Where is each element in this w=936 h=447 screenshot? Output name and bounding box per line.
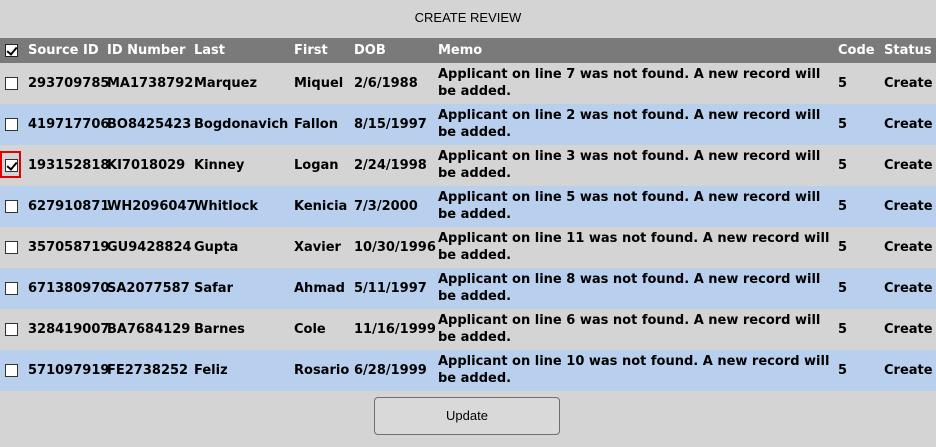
cell-dob: 6/28/1999 — [354, 363, 427, 378]
cell-dob: 2/6/1988 — [354, 76, 418, 91]
cell-last: Whitlock — [194, 199, 259, 214]
cell-first: Miquel — [294, 76, 344, 91]
cell-id-number: SA2077587 — [107, 281, 190, 296]
col-last[interactable]: Last — [194, 38, 225, 63]
cell-code: 5 — [838, 322, 848, 337]
cell-last: Safar — [194, 281, 233, 296]
cell-id-number: KI7018029 — [107, 158, 186, 173]
selection-highlight — [0, 151, 21, 178]
cell-source-id: 357058719 — [28, 240, 110, 255]
cell-memo: Applicant on line 2 was not found. A new… — [438, 108, 821, 140]
cell-memo: Applicant on line 8 was not found. A new… — [438, 272, 821, 304]
cell-memo: Applicant on line 3 was not found. A new… — [438, 149, 821, 181]
table-row[interactable]: 419717706 BO8425423 Bogdonavich Fallon 8/15/… — [0, 104, 936, 145]
cell-code: 5 — [838, 281, 848, 296]
col-source-id[interactable]: Source ID — [28, 38, 99, 63]
cell-source-id: 419717706 — [28, 117, 110, 132]
select-all-checkbox[interactable] — [5, 44, 18, 57]
cell-status: Create — [884, 322, 933, 337]
table-row[interactable]: 571097919 FE2738252 Feliz Rosario 6/28/1999 5… — [0, 350, 936, 391]
cell-memo: Applicant on line 5 was not found. A new… — [438, 190, 821, 222]
cell-first: Cole — [294, 322, 326, 337]
cell-id-number: WH2096047 — [107, 199, 196, 214]
table-body: 293709785 MA1738792 Marquez Miquel 2/6/1988 5… — [0, 63, 936, 391]
cell-id-number: BO8425423 — [107, 117, 192, 132]
col-dob[interactable]: DOB — [354, 38, 386, 63]
row-checkbox[interactable] — [5, 282, 18, 295]
cell-source-id: 571097919 — [28, 363, 110, 378]
cell-code: 5 — [838, 199, 848, 214]
cell-status: Create — [884, 158, 933, 173]
review-table: Source ID ID Number Last First DOB Memo … — [0, 38, 936, 391]
row-checkbox[interactable] — [5, 364, 18, 377]
cell-dob: 7/3/2000 — [354, 199, 418, 214]
row-checkbox[interactable] — [5, 77, 18, 90]
cell-last: Marquez — [194, 76, 258, 91]
cell-first: Rosario — [294, 363, 350, 378]
row-checkbox[interactable] — [5, 323, 18, 336]
page-title: CREATE REVIEW — [414, 10, 522, 25]
checkmark-icon — [6, 44, 18, 56]
cell-source-id: 328419007 — [28, 322, 110, 337]
table-row[interactable]: 293709785 MA1738792 Marquez Miquel 2/6/1988 5… — [0, 63, 936, 104]
row-checkbox[interactable] — [5, 200, 18, 213]
cell-first: Ahmad — [294, 281, 345, 296]
cell-memo: Applicant on line 7 was not found. A new… — [438, 67, 821, 99]
cell-source-id: 627910871 — [28, 199, 110, 214]
cell-first: Fallon — [294, 117, 338, 132]
cell-code: 5 — [838, 363, 848, 378]
cell-id-number: GU9428824 — [107, 240, 192, 255]
cell-last: Gupta — [194, 240, 239, 255]
cell-code: 5 — [838, 117, 848, 132]
cell-status: Create — [884, 117, 933, 132]
row-checkbox[interactable] — [5, 241, 18, 254]
table-row[interactable]: 627910871 WH2096047 Whitlock Kenicia 7/3/200… — [0, 186, 936, 227]
cell-dob: 11/16/1999 — [354, 322, 436, 337]
cell-source-id: 193152818 — [28, 158, 110, 173]
col-id-number[interactable]: ID Number — [107, 38, 185, 63]
cell-memo: Applicant on line 10 was not found. A ne… — [438, 354, 830, 386]
cell-dob: 10/30/1996 — [354, 240, 436, 255]
cell-status: Create — [884, 240, 933, 255]
row-checkbox[interactable] — [5, 118, 18, 131]
cell-memo: Applicant on line 11 was not found. A ne… — [438, 231, 830, 263]
cell-last: Kinney — [194, 158, 245, 173]
table-row[interactable]: 357058719 GU9428824 Gupta Xavier 10/30/1996 5… — [0, 227, 936, 268]
cell-id-number: MA1738792 — [107, 76, 194, 91]
cell-memo: Applicant on line 6 was not found. A new… — [438, 313, 821, 345]
update-button[interactable]: Update — [374, 397, 560, 435]
col-memo[interactable]: Memo — [438, 38, 482, 63]
cell-last: Barnes — [194, 322, 245, 337]
cell-source-id: 671380970 — [28, 281, 110, 296]
cell-first: Xavier — [294, 240, 341, 255]
col-first[interactable]: First — [294, 38, 328, 63]
cell-last: Feliz — [194, 363, 228, 378]
cell-code: 5 — [838, 76, 848, 91]
cell-dob: 8/15/1997 — [354, 117, 427, 132]
cell-code: 5 — [838, 240, 848, 255]
table-row[interactable]: 193152818 KI7018029 Kinney Logan 2/24/1998 5 C… — [0, 145, 936, 186]
table-header: Source ID ID Number Last First DOB Memo … — [0, 38, 936, 63]
cell-id-number: BA7684129 — [107, 322, 191, 337]
cell-dob: 2/24/1998 — [354, 158, 427, 173]
cell-status: Create — [884, 76, 933, 91]
table-row[interactable]: 671380970 SA2077587 Safar Ahmad 5/11/1997 5 Cr… — [0, 268, 936, 309]
cell-status: Create — [884, 199, 933, 214]
col-code[interactable]: Code — [838, 38, 875, 63]
cell-source-id: 293709785 — [28, 76, 110, 91]
cell-status: Create — [884, 363, 933, 378]
cell-first: Kenicia — [294, 199, 348, 214]
cell-dob: 5/11/1997 — [354, 281, 427, 296]
col-status[interactable]: Status — [884, 38, 932, 63]
cell-id-number: FE2738252 — [107, 363, 189, 378]
cell-last: Bogdonavich — [194, 117, 289, 132]
cell-code: 5 — [838, 158, 848, 173]
table-row[interactable]: 328419007 BA7684129 Barnes Cole 11/16/1999 5 C… — [0, 309, 936, 350]
cell-first: Logan — [294, 158, 339, 173]
cell-status: Create — [884, 281, 933, 296]
